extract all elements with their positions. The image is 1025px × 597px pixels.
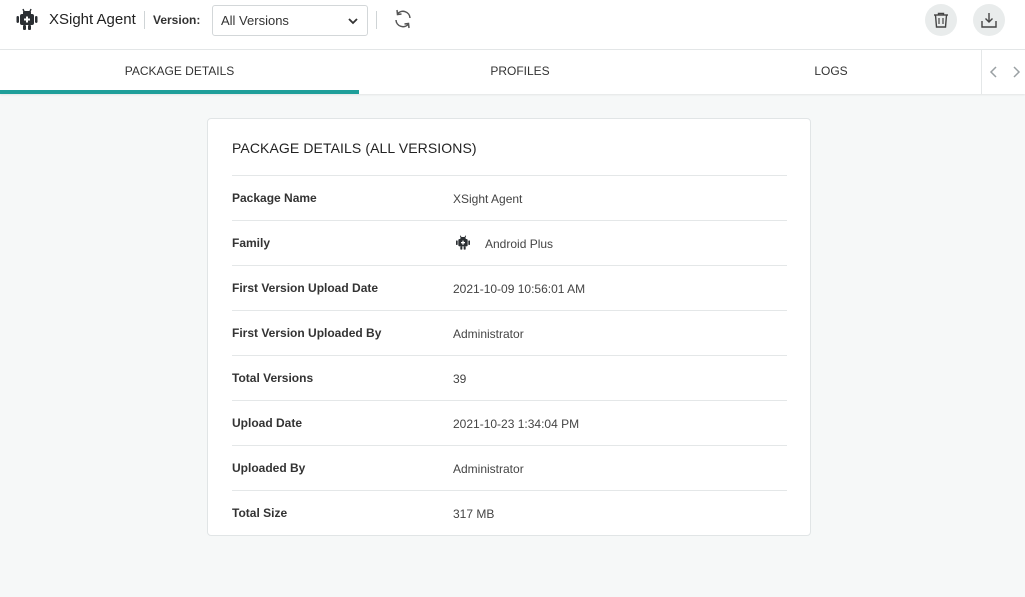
chevron-right-icon bbox=[1013, 66, 1021, 78]
detail-value: 2021-10-23 1:34:04 PM bbox=[453, 417, 580, 431]
package-details-card: PACKAGE DETAILS (ALL VERSIONS) Package N… bbox=[207, 118, 811, 536]
detail-label: Package Name bbox=[232, 191, 317, 205]
detail-value: 317 MB bbox=[453, 507, 495, 521]
tab-scroll-left-button[interactable] bbox=[983, 50, 1005, 94]
tab-package-details[interactable]: PACKAGE DETAILS bbox=[0, 50, 359, 94]
divider bbox=[376, 11, 377, 29]
detail-value: Administrator bbox=[453, 327, 524, 341]
detail-value: 2021-10-09 10:56:01 AM bbox=[453, 282, 586, 296]
detail-label: First Version Upload Date bbox=[232, 281, 379, 295]
trash-icon bbox=[934, 12, 948, 28]
detail-value: Administrator bbox=[453, 462, 524, 476]
detail-row-total-versions: Total Versions 39 bbox=[232, 355, 787, 400]
version-select-value: All Versions bbox=[221, 13, 289, 28]
version-select[interactable]: All Versions bbox=[212, 5, 368, 36]
top-bar: XSight Agent Version: All Versions bbox=[0, 0, 1025, 50]
tab-logs[interactable]: LOGS bbox=[681, 50, 981, 94]
detail-row-uploaded-by: Uploaded By Administrator bbox=[232, 445, 787, 490]
delete-button[interactable] bbox=[925, 4, 957, 36]
detail-row-package-name: Package Name XSight Agent bbox=[232, 175, 787, 220]
active-tab-indicator bbox=[0, 90, 359, 94]
details-list: Package Name XSight Agent Family Android… bbox=[232, 175, 787, 535]
detail-label: Upload Date bbox=[232, 416, 303, 430]
detail-row-family: Family Android Plus bbox=[232, 220, 787, 265]
detail-row-upload-date: Upload Date 2021-10-23 1:34:04 PM bbox=[232, 400, 787, 445]
detail-row-first-upload-date: First Version Upload Date 2021-10-09 10:… bbox=[232, 265, 787, 310]
detail-row-first-uploaded-by: First Version Uploaded By Administrator bbox=[232, 310, 787, 355]
android-robot-icon bbox=[16, 8, 38, 30]
detail-value: XSight Agent bbox=[453, 192, 523, 206]
version-label: Version: bbox=[153, 13, 201, 27]
android-robot-icon bbox=[456, 235, 470, 250]
detail-row-total-size: Total Size 317 MB bbox=[232, 490, 787, 535]
download-button[interactable] bbox=[973, 4, 1005, 36]
detail-label: Total Size bbox=[232, 506, 288, 520]
divider bbox=[144, 11, 145, 29]
detail-value: 39 bbox=[453, 372, 467, 386]
chevron-left-icon bbox=[989, 66, 997, 78]
detail-value: Android Plus bbox=[485, 237, 554, 251]
chevron-down-icon bbox=[348, 18, 358, 25]
detail-label: First Version Uploaded By bbox=[232, 326, 382, 340]
app-title: XSight Agent bbox=[49, 11, 136, 28]
download-icon bbox=[981, 13, 997, 28]
detail-label: Uploaded By bbox=[232, 461, 306, 475]
refresh-icon[interactable] bbox=[391, 7, 415, 31]
tab-scroll-right-button[interactable] bbox=[1005, 50, 1025, 94]
divider bbox=[981, 50, 982, 94]
detail-label: Family bbox=[232, 236, 271, 250]
tab-profiles[interactable]: PROFILES bbox=[359, 50, 681, 94]
tab-bar: PACKAGE DETAILS PROFILES LOGS bbox=[0, 50, 1025, 94]
detail-label: Total Versions bbox=[232, 371, 314, 385]
card-title: PACKAGE DETAILS (ALL VERSIONS) bbox=[232, 140, 477, 156]
